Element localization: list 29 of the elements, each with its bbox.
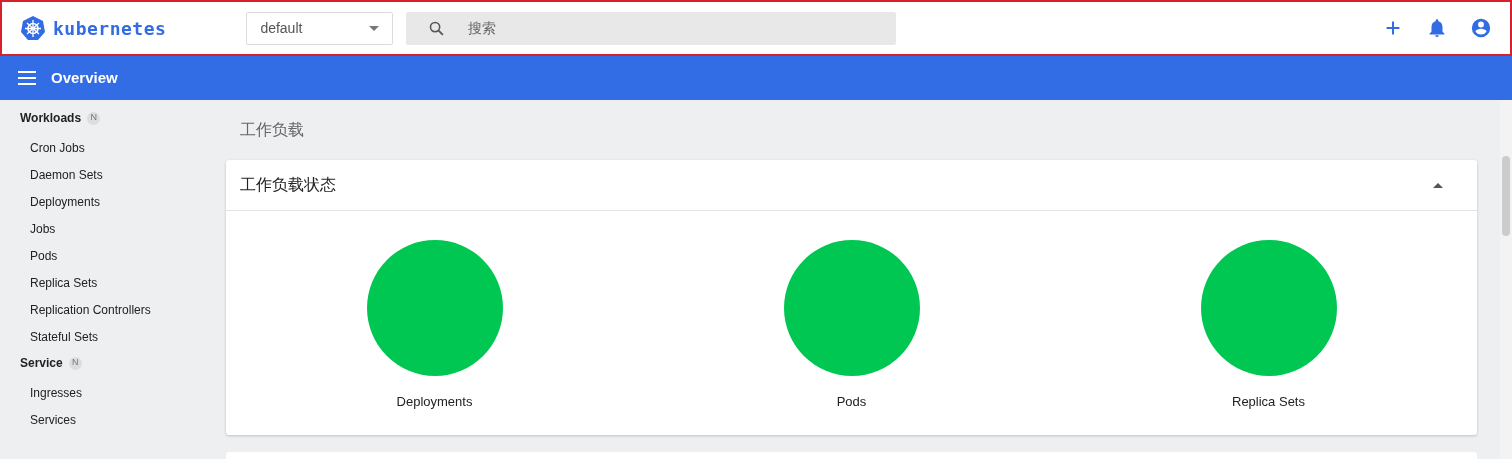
search-field[interactable]: 搜索: [406, 11, 897, 45]
menu-icon[interactable]: [18, 71, 36, 85]
sidebar-item[interactable]: Stateful Sets: [30, 327, 99, 346]
sidebar-item[interactable]: Replica Sets: [30, 273, 98, 292]
chart-label: Replica Sets: [1232, 393, 1305, 411]
app-logo-text: kubernetes: [53, 16, 167, 41]
chart-label: Deployments: [396, 393, 473, 411]
page-title: 工作负载: [240, 120, 305, 140]
chart-label: Pods: [836, 393, 867, 411]
sidebar-item[interactable]: Services: [30, 410, 76, 429]
sidebar-item[interactable]: Deployments: [30, 192, 101, 211]
sidebar-item[interactable]: Replication Controllers: [30, 300, 151, 319]
new-badge: N: [87, 111, 101, 125]
sidebar-item[interactable]: Ingresses: [30, 383, 83, 402]
search-icon: [428, 19, 446, 37]
toolbar-title: Overview: [51, 67, 118, 88]
collapse-caret-icon[interactable]: [1433, 182, 1443, 188]
sidebar-item[interactable]: Cron Jobs: [30, 138, 85, 157]
account-icon[interactable]: [1470, 17, 1492, 39]
dropdown-caret-icon: [369, 25, 380, 31]
sidebar-section-title[interactable]: Service: [20, 354, 63, 372]
sidebar-item[interactable]: Pods: [30, 246, 58, 265]
sidebar-item[interactable]: Daemon Sets: [30, 165, 103, 184]
card-title: 工作负载状态: [240, 175, 336, 195]
new-badge: N: [68, 356, 82, 370]
sidebar-section-title[interactable]: Workloads: [20, 109, 82, 127]
sidebar-item[interactable]: Jobs: [30, 219, 56, 238]
namespace-dropdown[interactable]: default: [246, 11, 394, 45]
helm-logo-icon: [20, 15, 46, 41]
